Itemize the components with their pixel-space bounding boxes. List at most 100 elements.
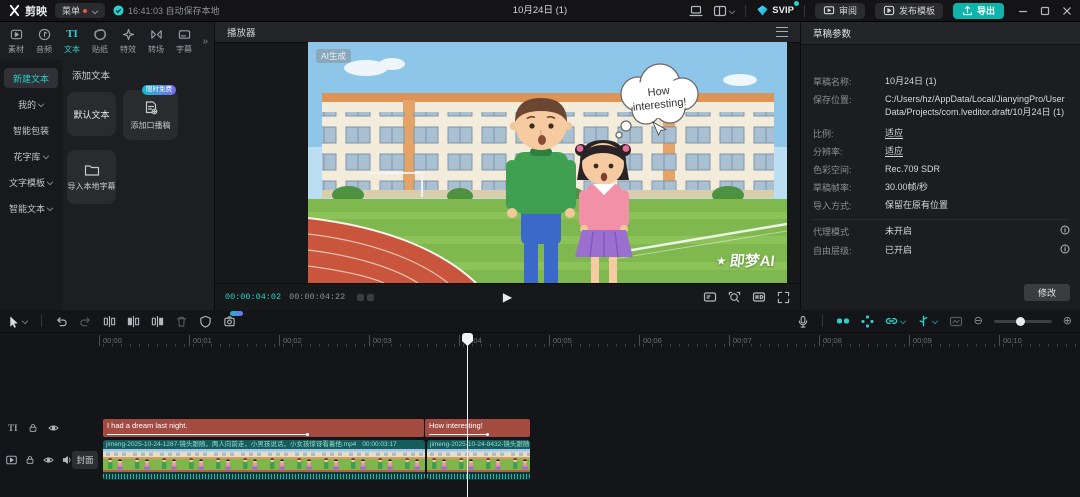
split-icon[interactable]: [103, 315, 116, 328]
tab-text[interactable]: TI 文本: [58, 28, 86, 55]
import-subtitles-card[interactable]: 导入本地字幕: [67, 150, 116, 204]
tab-captions[interactable]: 字幕: [170, 28, 198, 55]
tab-effects[interactable]: 特效: [114, 28, 142, 55]
publish-label: 发布模板: [899, 4, 935, 17]
preview-toggle-icon[interactable]: [367, 294, 374, 301]
export-label: 导出: [977, 4, 995, 17]
video-canvas[interactable]: How interesting! AI生成 ★ 即梦AI: [308, 42, 787, 283]
audio-waveform: [103, 472, 425, 480]
watermark: ★ 即梦AI: [715, 250, 776, 271]
divider: [822, 315, 823, 327]
add-voiceover-card[interactable]: 限时免费 添加口播稿: [123, 90, 178, 140]
lock-icon[interactable]: [28, 423, 38, 433]
app-logo-text: 剪映: [25, 3, 47, 19]
cover-button[interactable]: 封面: [72, 451, 98, 469]
export-button[interactable]: 导出: [953, 3, 1004, 19]
fullscreen-icon[interactable]: [777, 291, 790, 304]
trim-left-icon[interactable]: [127, 315, 140, 328]
zoom-out-icon[interactable]: ⊖: [974, 316, 983, 327]
info-icon[interactable]: [1060, 244, 1070, 254]
menu-label: 菜单: [62, 4, 80, 17]
timeline-zoom-slider[interactable]: [994, 320, 1052, 323]
select-tool-icon[interactable]: [8, 315, 28, 328]
current-timecode: 00:00:04:02: [225, 292, 281, 302]
video-clip[interactable]: jimeng-2025-10-24-1287-镜头跟随，两人向前走，小男孩说话，…: [103, 440, 425, 480]
video-thumbnails: [427, 449, 530, 472]
tab-transitions[interactable]: 转场: [142, 28, 170, 55]
subnav-smart-pack[interactable]: 智能包装: [4, 120, 58, 140]
undo-icon[interactable]: [55, 315, 68, 328]
titlebar: 剪映 菜单 16:41:03 自动保存本地 10月24日 (1): [0, 0, 1080, 22]
ruler-ticks: [103, 344, 1080, 347]
capture-icon[interactable]: [223, 315, 236, 328]
device-preview-icon[interactable]: [689, 5, 703, 17]
delete-icon[interactable]: [175, 315, 188, 328]
chevron-down-icon: [42, 153, 48, 159]
subnav-text-template[interactable]: 文字模板: [4, 172, 58, 192]
eye-icon[interactable]: [43, 455, 54, 465]
timeline: ⊖ ⊕ 00:00 00:01 00:02 00:03 00:04 00:05 …: [0, 310, 1080, 497]
review-button[interactable]: 审阅: [815, 3, 865, 19]
voiceover-doc-icon: [143, 100, 159, 116]
divider: [41, 315, 42, 327]
player-menu-icon[interactable]: [776, 27, 788, 37]
divider: [813, 219, 1068, 220]
slider-handle[interactable]: [1016, 317, 1025, 326]
menu-button[interactable]: 菜单: [55, 3, 105, 18]
quality-icon[interactable]: [752, 291, 766, 303]
subnav-new-text[interactable]: 新建文本: [4, 68, 58, 88]
close-button[interactable]: [1062, 6, 1072, 16]
tab-media[interactable]: 素材: [2, 28, 30, 55]
audio-waveform: [427, 472, 530, 480]
ratio-link[interactable]: 适应: [885, 127, 903, 140]
text-clip[interactable]: I had a dream last night.: [103, 419, 424, 437]
play-button[interactable]: ▶: [503, 290, 512, 304]
timeline-ruler[interactable]: 00:00 00:01 00:02 00:03 00:04 00:05 00:0…: [0, 333, 1080, 349]
info-icon[interactable]: [1060, 225, 1070, 235]
svip-button[interactable]: SVIP: [756, 4, 794, 17]
video-track-icon: [6, 455, 17, 465]
workspace-layout-icon[interactable]: [713, 5, 735, 17]
lock-icon[interactable]: [25, 455, 35, 465]
trim-right-icon[interactable]: [151, 315, 164, 328]
display-settings-icon[interactable]: [703, 291, 717, 303]
autosave-text: 16:41:03 自动保存本地: [128, 4, 220, 17]
timeline-options-icon[interactable]: [949, 316, 963, 327]
ruler-label: 00:10: [1003, 336, 1022, 345]
maximize-button[interactable]: [1040, 6, 1050, 16]
minimize-button[interactable]: [1018, 6, 1028, 16]
ruler-label: 00:07: [733, 336, 752, 345]
main-track-magnet-icon[interactable]: [836, 315, 850, 327]
subnav-smart-text[interactable]: 智能文本: [4, 198, 58, 218]
publish-template-button[interactable]: 发布模板: [875, 3, 943, 19]
ruler-label: 00:09: [913, 336, 932, 345]
document-title: 10月24日 (1): [513, 0, 567, 22]
resolution-link[interactable]: 适应: [885, 145, 903, 158]
video-clip[interactable]: jimeng-2025-10-24-8432-镜头跟随，: [427, 440, 530, 480]
preview-toggle-icon[interactable]: [357, 294, 364, 301]
ruler-label: 00:08: [823, 336, 842, 345]
mark-icon[interactable]: [199, 315, 212, 328]
ruler-label: 00:06: [643, 336, 662, 345]
modify-button[interactable]: 修改: [1024, 284, 1070, 301]
collapse-panel-icon[interactable]: »: [202, 36, 212, 47]
ruler-label: 00:02: [283, 336, 302, 345]
app-window: 剪映 菜单 16:41:03 自动保存本地 10月24日 (1): [0, 0, 1080, 497]
eye-icon[interactable]: [48, 423, 59, 433]
auto-snap-icon[interactable]: [861, 315, 874, 328]
preview-zoom-icon[interactable]: [728, 291, 741, 304]
record-audio-icon[interactable]: [797, 315, 809, 328]
preview-axis-icon[interactable]: [917, 315, 938, 327]
default-text-card[interactable]: 默认文本: [67, 92, 116, 136]
tab-audio[interactable]: 音频: [30, 28, 58, 55]
subnav-mine[interactable]: 我的: [4, 94, 58, 114]
redo-icon[interactable]: [79, 315, 92, 328]
subnav-fancy-text[interactable]: 花字库: [4, 146, 58, 166]
video-clip-duration: 00:00:03:17: [362, 440, 396, 449]
ruler-label: 00:01: [193, 336, 212, 345]
linkage-icon[interactable]: [885, 315, 906, 327]
tab-sticker[interactable]: 贴纸: [86, 28, 114, 55]
playhead-line[interactable]: [467, 333, 468, 497]
text-clip[interactable]: How interesting!: [425, 419, 530, 437]
zoom-in-icon[interactable]: ⊕: [1063, 316, 1072, 327]
